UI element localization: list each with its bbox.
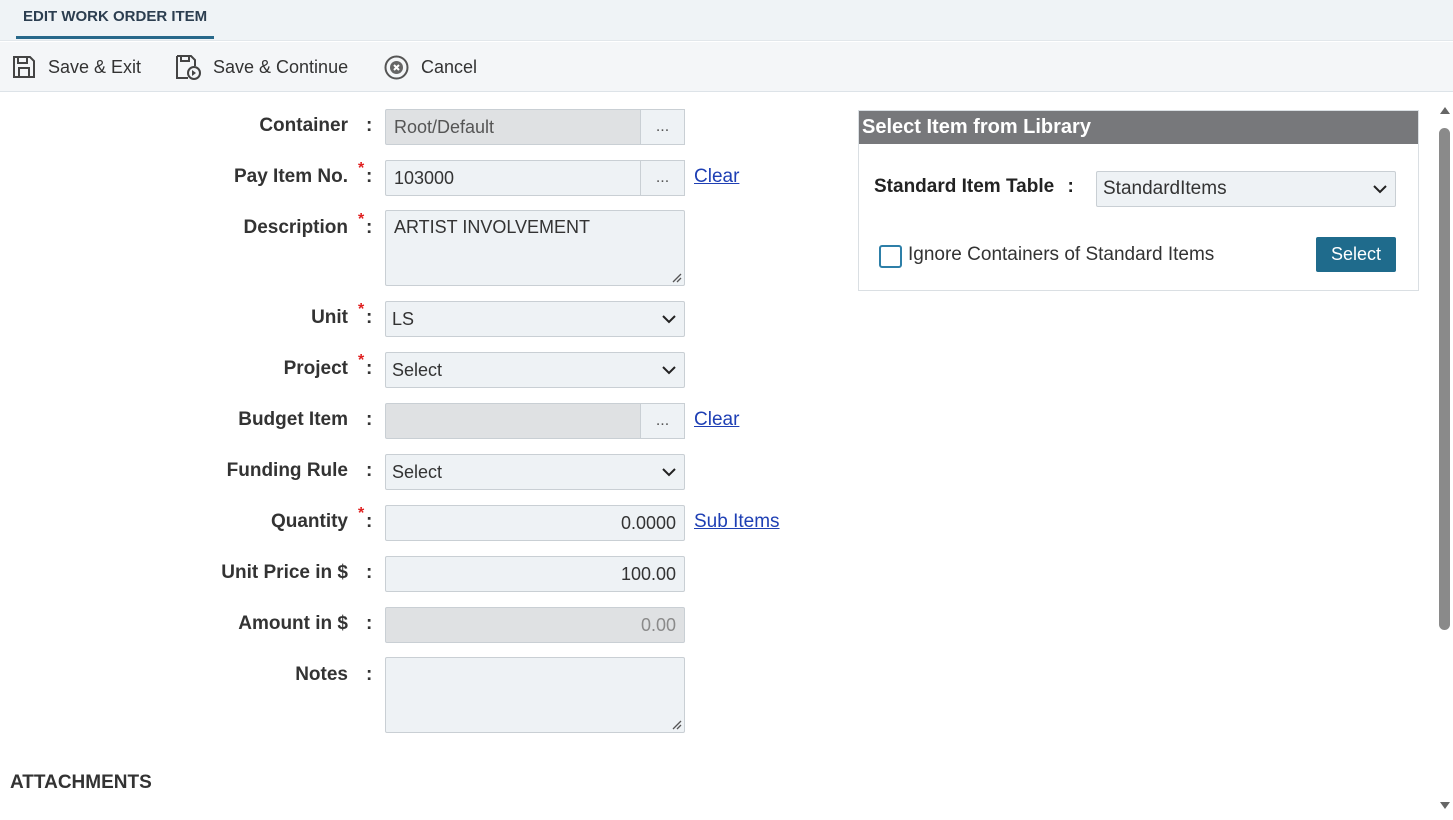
pay-item-browse-button[interactable]: ... (640, 160, 685, 196)
unit-label: Unit (311, 307, 348, 328)
required-marker: * (358, 301, 365, 318)
quantity-label: Quantity (270, 511, 348, 532)
library-panel: Select Item from Library Standard Item T… (858, 110, 1419, 291)
save-icon (13, 56, 35, 78)
standard-item-table-label: Standard Item Table : (874, 176, 1074, 198)
ignore-containers-checkbox[interactable] (879, 245, 902, 268)
container-colon: : (366, 115, 373, 136)
scroll-up-arrow-icon[interactable] (1439, 105, 1451, 115)
unit-price-input[interactable]: 100.00 (385, 556, 685, 592)
funding-rule-value: Select (392, 462, 443, 482)
unit-colon: : (366, 307, 373, 328)
attachments-heading: ATTACHMENTS (10, 772, 152, 793)
sub-items-link[interactable]: Sub Items (694, 511, 780, 533)
budget-item-field[interactable]: ... (385, 403, 685, 439)
unit-price-label: Unit Price in $ (221, 562, 348, 583)
funding-rule-select[interactable]: Select (385, 454, 685, 490)
description-textarea[interactable]: ARTIST INVOLVEMENT (385, 210, 685, 286)
budget-item-label: Budget Item (238, 409, 348, 430)
resize-grip-icon[interactable] (670, 718, 682, 730)
notes-label: Notes (295, 664, 348, 685)
description-label: Description (243, 217, 348, 238)
notes-textarea[interactable] (385, 657, 685, 733)
save-exit-label: Save & Exit (48, 56, 142, 77)
chevron-down-icon (662, 315, 676, 324)
unit-select[interactable]: LS (385, 301, 685, 337)
unit-price-colon: : (366, 562, 373, 583)
project-label: Project (283, 358, 348, 379)
save-continue-label: Save & Continue (213, 56, 349, 77)
standard-item-table-select[interactable]: StandardItems (1096, 171, 1396, 207)
save-continue-button[interactable]: Save & Continue (175, 42, 348, 92)
chevron-down-icon (662, 468, 676, 477)
ignore-containers-label[interactable]: Ignore Containers of Standard Items (908, 244, 1214, 266)
tab-edit-work-order-item[interactable]: EDIT WORK ORDER ITEM (16, 0, 215, 39)
project-select[interactable]: Select (385, 352, 685, 388)
resize-grip-icon[interactable] (670, 271, 682, 283)
container-browse-button[interactable]: ... (640, 109, 685, 145)
chevron-down-icon (1373, 185, 1387, 194)
container-label: Container (259, 115, 348, 136)
pay-item-clear-link[interactable]: Clear (694, 166, 739, 188)
budget-item-colon: : (366, 409, 373, 430)
save-continue-icon (176, 55, 201, 80)
required-marker: * (358, 160, 365, 177)
pay-item-no-value: 103000 (394, 168, 455, 188)
standard-item-table-value: StandardItems (1103, 178, 1227, 199)
select-library-item-button[interactable]: Select (1316, 237, 1396, 272)
required-marker: * (358, 211, 365, 228)
unit-value: LS (392, 309, 415, 329)
chevron-down-icon (662, 366, 676, 375)
project-value: Select (392, 360, 443, 380)
cancel-label: Cancel (421, 56, 478, 77)
description-colon: : (366, 217, 373, 238)
funding-rule-colon: : (366, 460, 373, 481)
save-exit-button[interactable]: Save & Exit (12, 42, 141, 92)
required-marker: * (358, 505, 365, 522)
scrollbar-thumb[interactable] (1439, 128, 1450, 630)
required-marker: * (358, 352, 365, 369)
cancel-button[interactable]: Cancel (384, 42, 477, 92)
pay-item-no-field[interactable]: 103000 ... (385, 160, 685, 196)
description-value: ARTIST INVOLVEMENT (394, 217, 591, 237)
budget-item-browse-button[interactable]: ... (640, 403, 685, 439)
amount-field: 0.00 (385, 607, 685, 643)
vertical-scrollbar[interactable] (1436, 101, 1453, 820)
tab-bar: EDIT WORK ORDER ITEM (0, 0, 1453, 41)
scroll-down-arrow-icon[interactable] (1439, 801, 1451, 811)
cancel-circle-icon (384, 55, 409, 79)
project-colon: : (366, 358, 373, 379)
quantity-input[interactable]: 0.0000 (385, 505, 685, 541)
amount-label: Amount in $ (238, 613, 348, 634)
amount-colon: : (366, 613, 373, 634)
container-field[interactable]: Root/Default ... (385, 109, 685, 145)
standard-item-table-colon: : (1067, 176, 1074, 197)
container-value: Root/Default (394, 117, 495, 137)
pay-item-no-label: Pay Item No. (233, 166, 348, 187)
pay-item-no-colon: : (366, 166, 373, 187)
quantity-colon: : (366, 511, 373, 532)
library-panel-title: Select Item from Library (859, 111, 1418, 144)
toolbar: Save & Exit Save & Continue Cancel (0, 42, 1453, 92)
standard-item-table-label-text: Standard Item Table (874, 176, 1055, 197)
funding-rule-label: Funding Rule (226, 460, 348, 481)
notes-colon: : (366, 664, 373, 685)
budget-item-clear-link[interactable]: Clear (694, 409, 739, 431)
